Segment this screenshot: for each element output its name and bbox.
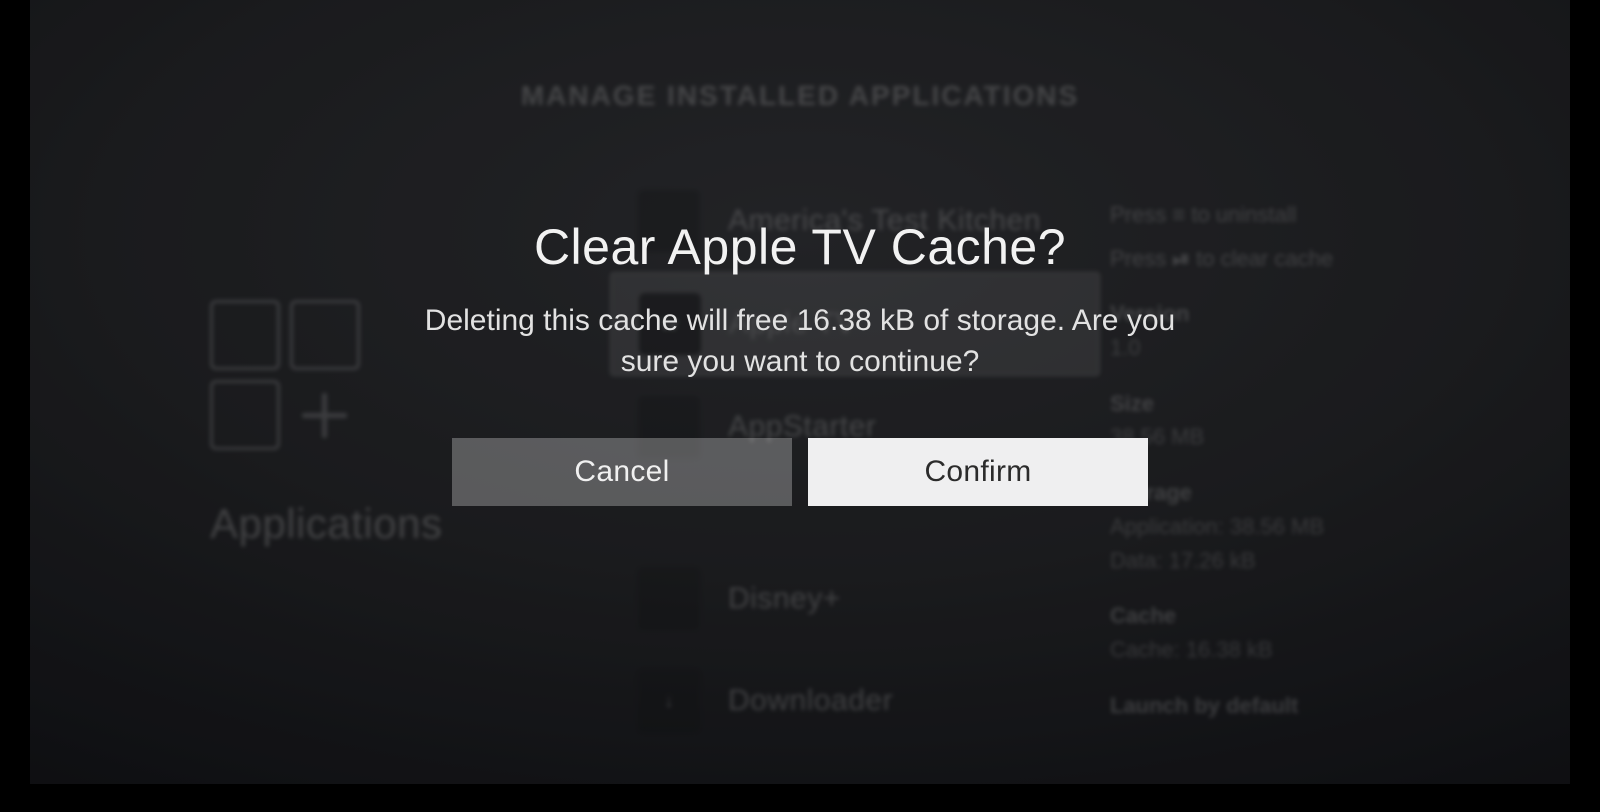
confirm-button[interactable]: Confirm xyxy=(808,438,1148,506)
clear-cache-dialog: Clear Apple TV Cache? Deleting this cach… xyxy=(30,0,1570,784)
cancel-button[interactable]: Cancel xyxy=(452,438,792,506)
screen: MANAGE INSTALLED APPLICATIONS Applicatio… xyxy=(30,0,1570,784)
dialog-message: Deleting this cache will free 16.38 kB o… xyxy=(410,300,1190,383)
dialog-button-row: Cancel Confirm xyxy=(452,438,1148,506)
dialog-title: Clear Apple TV Cache? xyxy=(534,218,1066,276)
